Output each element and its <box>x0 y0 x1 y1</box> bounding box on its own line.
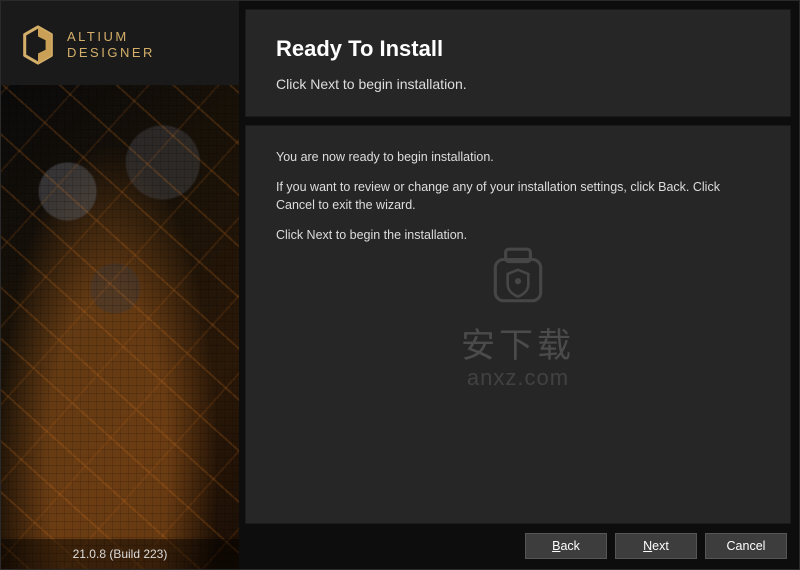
watermark-shield-icon <box>485 243 551 309</box>
back-button[interactable]: Back <box>525 533 607 559</box>
brand-line1: ALTIUM <box>67 29 155 45</box>
main-panel: Ready To Install Click Next to begin ins… <box>239 1 799 569</box>
watermark-text-en: anxz.com <box>461 365 575 391</box>
brand-line2: DESIGNER <box>67 45 155 61</box>
sidebar: ALTIUM DESIGNER 21.0.8 (Build 223) <box>1 1 239 569</box>
sidebar-pcb-image: 21.0.8 (Build 223) <box>1 85 239 569</box>
page-subtitle: Click Next to begin installation. <box>276 76 760 92</box>
page-title: Ready To Install <box>276 36 760 62</box>
next-label: ext <box>652 539 669 553</box>
body-line-3: Click Next to begin the installation. <box>276 226 760 244</box>
logo-area: ALTIUM DESIGNER <box>1 1 239 85</box>
next-button[interactable]: Next <box>615 533 697 559</box>
watermark: 安下载 anxz.com <box>461 243 575 391</box>
body-line-2: If you want to review or change any of y… <box>276 178 760 214</box>
body-panel: You are now ready to begin installation.… <box>245 125 791 524</box>
cancel-button[interactable]: Cancel <box>705 533 787 559</box>
logo-text: ALTIUM DESIGNER <box>67 29 155 62</box>
body-line-1: You are now ready to begin installation. <box>276 148 760 166</box>
watermark-text-cn: 安下载 <box>461 318 575 367</box>
back-label: ack <box>560 539 579 553</box>
altium-logo-icon <box>19 23 57 67</box>
button-bar: Back Next Cancel <box>245 524 791 561</box>
header-panel: Ready To Install Click Next to begin ins… <box>245 9 791 117</box>
version-label: 21.0.8 (Build 223) <box>1 539 239 569</box>
